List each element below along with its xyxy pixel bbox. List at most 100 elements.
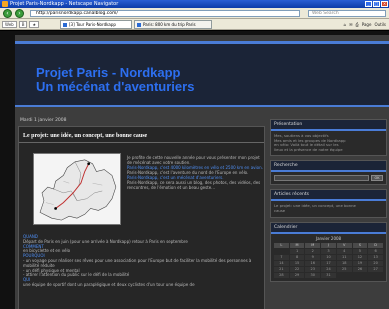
blog-content: Mardi 1 janvier 2008 Le projet: une idée… bbox=[15, 111, 389, 309]
route-map-image[interactable] bbox=[33, 153, 121, 225]
calendar-day[interactable]: 9 bbox=[305, 254, 321, 260]
calendar-grid: L M M J V S D 1 2 3 4 5 6 7 8 9 10 11 12 13 14 15 16 17 18 19 20 21… bbox=[271, 242, 386, 281]
close-button[interactable]: × bbox=[381, 1, 388, 7]
address-toolbar: ‹ › http://parisnordkapp.canalblog.com/ … bbox=[0, 8, 389, 19]
calendar-day[interactable]: 20 bbox=[368, 260, 383, 266]
print-icon[interactable]: ⎙ bbox=[356, 21, 359, 28]
calendar-day[interactable]: 16 bbox=[305, 260, 321, 266]
presentation-title: Présentation bbox=[271, 120, 386, 131]
calendar-day[interactable]: 14 bbox=[274, 260, 289, 266]
home-icon[interactable]: ⌂ bbox=[344, 21, 347, 28]
recent-article-line: cause bbox=[274, 207, 286, 213]
calendar-day[interactable]: 1 bbox=[289, 248, 305, 254]
search-box: Recherche OK bbox=[270, 160, 387, 186]
calendar-day[interactable]: 29 bbox=[289, 272, 305, 278]
window-controls: _ □ × bbox=[365, 1, 388, 7]
search-ok-button[interactable]: OK bbox=[371, 175, 383, 182]
presentation-text: Mes, soutiens à vos objectifs Mes amis e… bbox=[271, 131, 386, 155]
tools-menu[interactable]: Outils bbox=[374, 21, 386, 28]
post-title[interactable]: Le projet: une idée, un concept, une bon… bbox=[19, 127, 264, 143]
calendar-day[interactable]: 22 bbox=[289, 266, 305, 272]
tab-strip: Web B ★ [3] Tour Paris-Nordkapp Paris: 8… bbox=[0, 19, 389, 30]
calendar-day[interactable]: 2 bbox=[305, 248, 321, 254]
window-title-bar: Projet Paris-Nordkapp - Netscape Navigat… bbox=[0, 0, 389, 8]
calendar-day[interactable]: 15 bbox=[289, 260, 305, 266]
calendar-day[interactable]: 17 bbox=[321, 260, 336, 266]
calendar-day[interactable]: 13 bbox=[368, 254, 383, 260]
calendar-day[interactable]: 26 bbox=[352, 266, 368, 272]
calendar-day[interactable]: 12 bbox=[352, 254, 368, 260]
search-row: OK bbox=[271, 172, 386, 184]
recent-article-link[interactable]: Le projet: une idée, un concept, une bon… bbox=[271, 201, 386, 216]
tab-second[interactable]: Paris: 800 km du trip Paris bbox=[134, 20, 212, 29]
calendar-day[interactable]: 24 bbox=[321, 266, 336, 272]
calendar-day[interactable]: 6 bbox=[368, 248, 383, 254]
calendar-day[interactable]: 21 bbox=[274, 266, 289, 272]
tab-paris-nordkapp[interactable]: [3] Tour Paris-Nordkapp bbox=[60, 20, 132, 29]
back-arrow-icon[interactable]: ‹ bbox=[3, 9, 12, 18]
sidebar: Présentation Mes, soutiens à vos objecti… bbox=[270, 111, 387, 309]
calendar-day[interactable]: 7 bbox=[274, 254, 289, 260]
blog-header: Projet Paris - Nordkapp Un mécénat d'ave… bbox=[15, 41, 389, 107]
calendar-day-header: S bbox=[352, 242, 368, 248]
calendar-day[interactable]: 3 bbox=[321, 248, 336, 254]
calendar-day[interactable]: 28 bbox=[274, 272, 289, 278]
calendar-title: Calendrier bbox=[271, 222, 386, 234]
post-body: QUAND Départ de Paris en juin (pour une … bbox=[23, 234, 263, 288]
forward-arrow-icon[interactable]: › bbox=[15, 9, 24, 18]
body-line: une équipe de sportif dont un paraplégiq… bbox=[23, 281, 195, 287]
calendar-box: Calendrier Janvier 2008 LMMJVSD123456789… bbox=[270, 221, 387, 282]
calendar-day[interactable]: 8 bbox=[289, 254, 305, 260]
calendar-day[interactable]: 4 bbox=[336, 248, 352, 254]
calendar-day-header: D bbox=[368, 242, 383, 248]
calendar-day[interactable]: 23 bbox=[305, 266, 321, 272]
minimize-button[interactable]: _ bbox=[365, 1, 372, 7]
calendar-day-header: L bbox=[274, 242, 289, 248]
favorite-web[interactable]: Web bbox=[2, 21, 17, 28]
calendar-day-header: J bbox=[321, 242, 336, 248]
favorite-b[interactable]: B bbox=[18, 21, 28, 28]
blog-post: Le projet: une idée, un concept, une bon… bbox=[18, 126, 265, 309]
favorites-bar: Web B ★ bbox=[2, 21, 40, 28]
browser-app-icon bbox=[2, 1, 8, 7]
calendar-day[interactable]: 11 bbox=[336, 254, 352, 260]
tab-label: Paris: 800 km du trip Paris bbox=[143, 22, 196, 27]
presentation-line: lieux et la présence de notre équipe bbox=[274, 146, 343, 152]
post-intro: Je profite de cette nouvelle année pour … bbox=[127, 155, 263, 190]
calendar-day-header: M bbox=[289, 242, 305, 248]
recent-articles-box: Articles récents Le projet: une idée, un… bbox=[270, 189, 387, 218]
calendar-day-header: V bbox=[336, 242, 352, 248]
page-icon bbox=[137, 23, 141, 27]
command-bar: ⌂ ✉ ⎙ Page Outils bbox=[344, 21, 386, 28]
calendar-day[interactable]: 27 bbox=[368, 266, 383, 272]
web-page: Projet Paris - Nordkapp Un mécénat d'ave… bbox=[0, 31, 389, 309]
web-search-input[interactable]: Web Search bbox=[308, 10, 386, 17]
post-date: Mardi 1 janvier 2008 bbox=[20, 118, 67, 123]
calendar-day[interactable]: 25 bbox=[336, 266, 352, 272]
europe-map-icon bbox=[34, 154, 120, 224]
window-title: Projet Paris-Nordkapp - Netscape Navigat… bbox=[10, 1, 119, 7]
site-title-line1: Projet Paris - Nordkapp bbox=[36, 65, 181, 80]
mail-icon[interactable]: ✉ bbox=[349, 21, 352, 28]
calendar-day[interactable]: 19 bbox=[352, 260, 368, 266]
calendar-day-header: M bbox=[305, 242, 321, 248]
calendar-day[interactable]: 18 bbox=[336, 260, 352, 266]
favorite-star-icon[interactable]: ★ bbox=[29, 21, 40, 28]
calendar-blank bbox=[274, 249, 289, 254]
search-title: Recherche bbox=[271, 161, 386, 173]
tab-label: [3] Tour Paris-Nordkapp bbox=[69, 22, 116, 27]
presentation-box: Présentation Mes, soutiens à vos objecti… bbox=[270, 119, 387, 157]
calendar-day[interactable]: 31 bbox=[321, 272, 336, 278]
page-icon bbox=[63, 23, 67, 27]
maximize-button[interactable]: □ bbox=[373, 1, 380, 7]
calendar-day[interactable]: 5 bbox=[352, 248, 368, 254]
intro-paragraph: Je profite de cette nouvelle année pour … bbox=[127, 155, 260, 165]
blog-search-input[interactable] bbox=[274, 175, 369, 182]
intro-paragraph: Paris-Nordkapp, ce sera aussi un blog, d… bbox=[127, 180, 261, 190]
page-menu[interactable]: Page bbox=[362, 21, 372, 28]
calendar-day[interactable]: 30 bbox=[305, 272, 321, 278]
address-bar[interactable]: http://parisnordkapp.canalblog.com/ bbox=[30, 10, 300, 17]
calendar-day[interactable]: 10 bbox=[321, 254, 336, 260]
calendar-month: Janvier 2008 bbox=[315, 235, 342, 241]
site-title[interactable]: Projet Paris - Nordkapp Un mécénat d'ave… bbox=[36, 66, 194, 94]
